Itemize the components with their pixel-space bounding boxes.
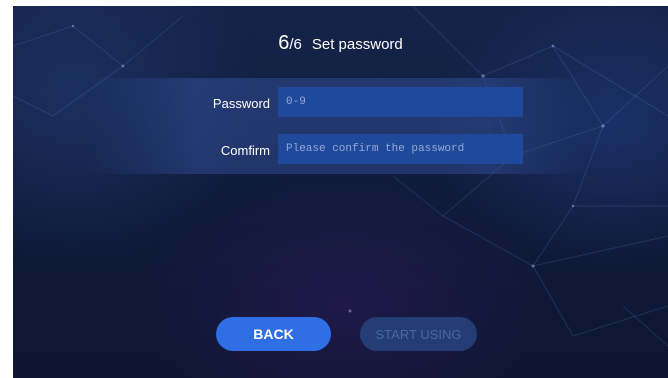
step-current: 6 (278, 32, 290, 54)
password-label: Password (212, 96, 270, 111)
background-network-graphic (13, 6, 668, 347)
setup-screen: 6/6 Set password Password Comfirm BACK ST… (13, 6, 668, 378)
start-using-button[interactable]: START USING (360, 317, 477, 351)
back-button[interactable]: BACK (216, 317, 331, 351)
step-total: /6 (289, 36, 302, 53)
password-input[interactable] (278, 87, 523, 117)
confirm-password-input[interactable] (278, 134, 523, 164)
title-text: Set password (311, 36, 403, 53)
confirm-label: Comfirm (220, 143, 270, 158)
page-title: 6/6 Set password (13, 32, 668, 55)
